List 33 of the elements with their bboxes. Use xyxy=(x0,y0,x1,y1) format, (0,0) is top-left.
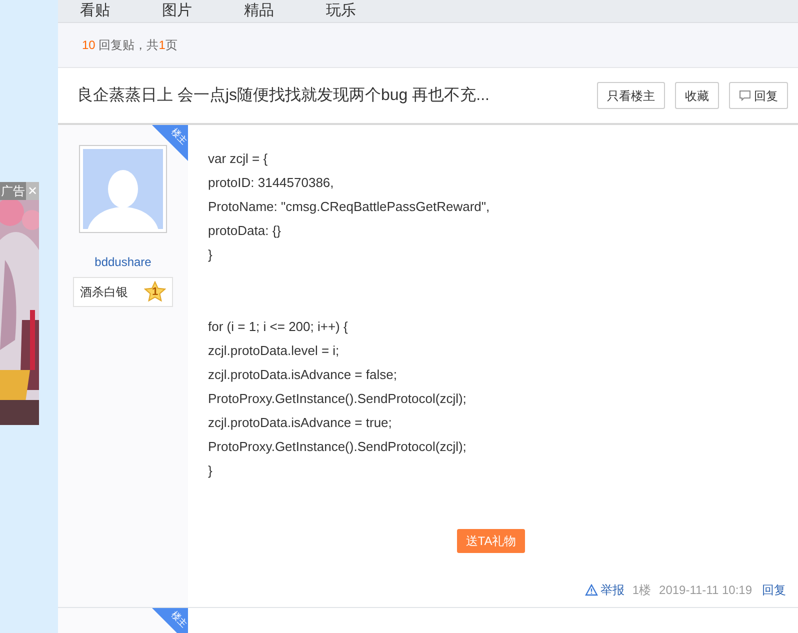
post-text: for (i = 1; i <= 200; i++) { xyxy=(208,318,349,336)
post-text: protoID: 3144570386, xyxy=(208,174,335,192)
nav-tab[interactable]: 玩乐 xyxy=(326,2,356,19)
nav-tab[interactable]: 看贴 xyxy=(80,2,110,19)
ad-label: 广告 xyxy=(0,182,26,200)
floor-number: 1楼 xyxy=(632,582,652,599)
comment-icon xyxy=(739,90,751,101)
thread-button[interactable]: 只看楼主 xyxy=(597,82,665,109)
post-text: zcjl.protoData.isAdvance = false; xyxy=(208,366,398,384)
rank-badge: 酒杀白银 1 xyxy=(73,277,173,307)
nav-tab[interactable]: 图片 xyxy=(162,2,192,19)
post-text: ProtoName: "cmsg.CReqBattlePassGetReward", xyxy=(208,198,491,216)
thread-title: 良企蒸蒸日上 会一点js随便找找就发现两个bug 再也不充... xyxy=(77,86,490,106)
post-text: ProtoProxy.GetInstance().SendProtocol(zcjl); xyxy=(208,438,468,456)
post-text: protoData: {} xyxy=(208,222,282,240)
nav-tab[interactable]: 精品 xyxy=(244,2,274,19)
corner-badge: 楼主 xyxy=(152,608,188,633)
report-link[interactable]: 举报 xyxy=(585,581,624,599)
username-link[interactable]: bddushare xyxy=(94,253,152,271)
post-text: zcjl.protoData.isAdvance = true; xyxy=(208,414,393,432)
avatar[interactable] xyxy=(79,145,167,233)
post-text: ProtoProxy.GetInstance().SendProtocol(zcjl); xyxy=(208,390,468,408)
post-time: 2019-11-11 10:19 xyxy=(659,582,752,599)
reply-count: 10 回复贴，共1页 xyxy=(82,37,178,54)
warning-icon xyxy=(585,584,598,596)
post-text: zcjl.protoData.level = i; xyxy=(208,342,340,360)
post-text: } xyxy=(208,246,214,264)
post-text: var zcjl = { xyxy=(208,150,269,168)
post-text: } xyxy=(208,462,214,480)
thread-button[interactable]: 收藏 xyxy=(675,82,719,109)
reply-link[interactable]: 回复 xyxy=(762,581,786,599)
reply-button[interactable]: 回复 xyxy=(729,82,788,109)
level-star: 1 xyxy=(144,281,166,303)
